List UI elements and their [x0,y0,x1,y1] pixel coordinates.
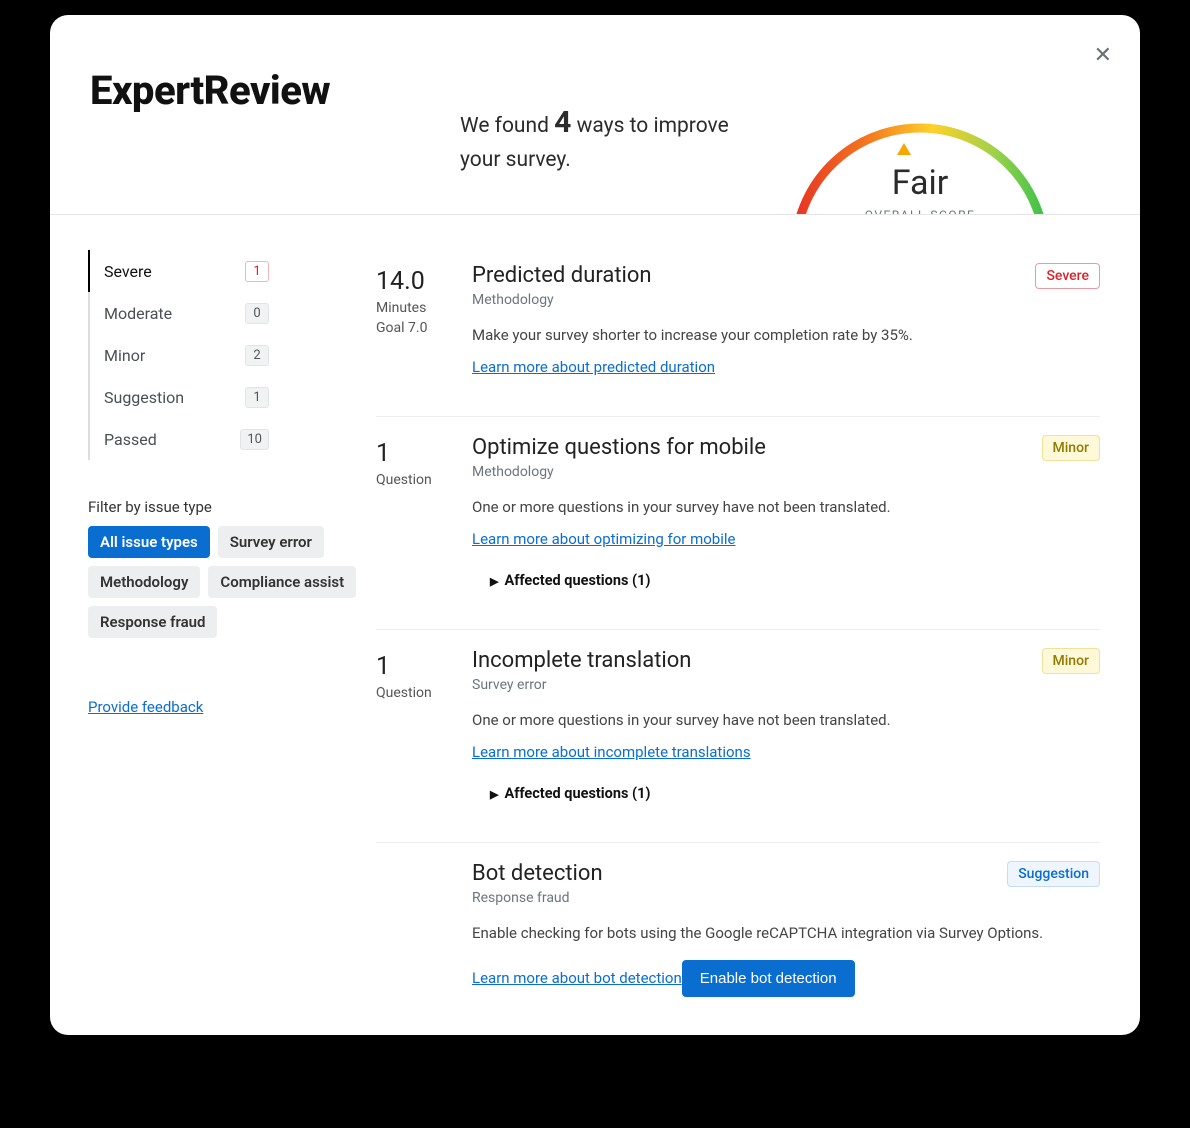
issue-body: Incomplete translation Survey error Minor O… [472,648,1100,802]
issue-card: 14.0 Minutes Goal 7.0 Predicted duration Met… [376,245,1100,417]
issue-description: Enable checking for bots using the Googl… [472,924,1100,942]
affected-questions-toggle[interactable]: ▶ Affected questions (1) [490,785,1100,802]
severity-row-suggestion[interactable]: Suggestion 1 [88,376,283,418]
affected-questions-label: Affected questions (1) [504,572,650,589]
issue-metric-unit: Minutes [376,300,472,316]
issue-category: Response fraud [472,890,603,906]
severity-list: Severe 1 Moderate 0 Minor 2 Suggestion 1 Passed 1… [88,250,358,460]
issue-category: Survey error [472,677,691,693]
filter-chip-response-fraud[interactable]: Response fraud [88,606,217,638]
learn-more-link[interactable]: Learn more about optimizing for mobile [472,530,735,548]
learn-more-link[interactable]: Learn more about predicted duration [472,358,715,376]
issue-body: Predicted duration Methodology Severe Make … [472,263,1100,376]
affected-questions-toggle[interactable]: ▶ Affected questions (1) [490,572,1100,589]
issue-description: One or more questions in your survey hav… [472,498,1100,516]
learn-more-link[interactable]: Learn more about bot detection [472,969,682,987]
issue-category: Methodology [472,292,652,308]
severity-badge: Minor [1042,435,1101,461]
provide-feedback-link[interactable]: Provide feedback [88,698,203,716]
severity-count: 1 [245,387,269,408]
severity-count: 0 [245,303,269,324]
issue-metric-unit: Question [376,472,472,488]
severity-row-passed[interactable]: Passed 10 [88,418,283,460]
severity-label: Passed [104,430,157,449]
issue-title: Bot detection [472,861,603,886]
issue-meta: 1 Question [376,648,472,802]
issue-body: Bot detection Response fraud Suggestion Ena… [472,861,1100,997]
score-sublabel: OVERALL SCORE [740,208,1100,215]
severity-label: Severe [104,262,152,281]
issue-metric-unit: Question [376,685,472,701]
issue-body: Optimize questions for mobile Methodology… [472,435,1100,589]
severity-count: 10 [240,429,269,450]
enable-bot-detection-button[interactable]: Enable bot detection [682,960,855,997]
filter-chips: All issue typesSurvey error MethodologyCo… [88,526,358,638]
issue-meta: 14.0 Minutes Goal 7.0 [376,263,472,376]
issue-card: Bot detection Response fraud Suggestion Ena… [376,843,1100,1035]
issue-metric-extra: Goal 7.0 [376,320,472,336]
severity-badge: Suggestion [1007,861,1100,887]
issue-title: Predicted duration [472,263,652,288]
filter-chip-methodology[interactable]: Methodology [88,566,200,598]
summary-count: 4 [554,105,571,140]
panel-header: ExpertReview We found 4 ways to improve … [50,15,1140,215]
issue-card: 1 QuestionIncomplete translation Survey er… [376,630,1100,843]
learn-more-link[interactable]: Learn more about incomplete translations [472,743,751,761]
issue-meta: 1 Question [376,435,472,589]
severity-label: Suggestion [104,388,184,407]
issue-category: Methodology [472,464,766,480]
issue-metric-value: 14.0 [376,267,472,296]
issue-list: 14.0 Minutes Goal 7.0 Predicted duration Met… [358,235,1100,1035]
filter-chip-all-issue-types[interactable]: All issue types [88,526,210,558]
severity-label: Minor [104,346,145,365]
sidebar: Severe 1 Moderate 0 Minor 2 Suggestion 1 Passed 1… [88,235,358,1035]
issue-title: Incomplete translation [472,648,691,673]
score-gauge: Fair OVERALL SCORE [740,53,1100,215]
affected-questions-label: Affected questions (1) [504,785,650,802]
severity-row-severe[interactable]: Severe 1 [88,250,283,292]
issue-card: 1 QuestionOptimize questions for mobile Me… [376,417,1100,630]
issue-description: Make your survey shorter to increase you… [472,326,1100,344]
severity-badge: Minor [1042,648,1101,674]
issue-description: One or more questions in your survey hav… [472,711,1100,729]
filter-chip-compliance-assist[interactable]: Compliance assist [208,566,356,598]
summary-prefix: We found [460,114,554,138]
filter-chip-survey-error[interactable]: Survey error [218,526,324,558]
issue-meta [376,861,472,997]
issue-metric-value: 1 [376,439,472,468]
summary-text: We found 4 ways to improve your survey. [460,53,740,175]
severity-label: Moderate [104,304,172,323]
expert-review-panel: ✕ ExpertReview We found 4 ways to improv… [50,15,1140,1035]
filter-heading: Filter by issue type [88,498,358,516]
severity-row-minor[interactable]: Minor 2 [88,334,283,376]
severity-count: 2 [245,345,269,366]
caret-right-icon: ▶ [490,575,498,588]
severity-count: 1 [245,261,269,282]
severity-row-moderate[interactable]: Moderate 0 [88,292,283,334]
issue-metric-value: 1 [376,652,472,681]
logo-text: ExpertReview [90,53,460,114]
score-value: Fair [740,163,1100,203]
severity-badge: Severe [1035,263,1100,289]
issue-title: Optimize questions for mobile [472,435,766,460]
caret-right-icon: ▶ [490,788,498,801]
